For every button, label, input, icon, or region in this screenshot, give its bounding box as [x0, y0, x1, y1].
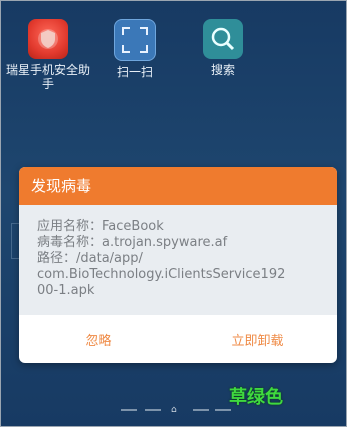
- app-scan[interactable]: 扫一扫: [93, 13, 177, 79]
- app-label: 搜索: [210, 63, 235, 77]
- dialog-actions: 忽略 立即卸载: [19, 315, 337, 363]
- app-search[interactable]: 搜索: [181, 13, 265, 77]
- home-screen: 瑞星手机安全助手 扫一扫 搜索 发现病毒 应用名称：FaceBook 病毒名称：…: [0, 0, 347, 427]
- path-value-continued: 00-1.apk: [37, 283, 95, 298]
- page-dot: [145, 409, 161, 411]
- page-indicator: ⌂: [121, 405, 231, 415]
- app-rising-security[interactable]: 瑞星手机安全助手: [6, 13, 90, 91]
- path-value: com.BioTechnology.iClientsService192: [37, 267, 286, 282]
- dialog-title: 发现病毒: [19, 167, 337, 205]
- app-row: 瑞星手机安全助手 扫一扫 搜索: [1, 13, 347, 103]
- virus-name-line: 病毒名称：a.trojan.spyware.af: [37, 235, 228, 250]
- dialog-body: 应用名称：FaceBook 病毒名称：a.trojan.spyware.af 路…: [19, 205, 337, 315]
- search-icon: [203, 19, 243, 59]
- shield-icon: [28, 19, 68, 59]
- app-name-line: 应用名称：FaceBook: [37, 219, 164, 234]
- uninstall-now-button[interactable]: 立即卸载: [178, 330, 337, 349]
- scan-icon: [114, 19, 156, 61]
- watermark-text: 草绿色: [229, 387, 283, 408]
- page-dot: [215, 409, 231, 411]
- app-label: 瑞星手机安全助手: [6, 63, 91, 91]
- page-dot: [121, 409, 137, 411]
- page-dot: [193, 409, 209, 411]
- virus-alert-dialog: 发现病毒 应用名称：FaceBook 病毒名称：a.trojan.spyware…: [19, 167, 337, 363]
- app-label: 扫一扫: [116, 65, 153, 79]
- ignore-button[interactable]: 忽略: [19, 330, 178, 349]
- home-icon: ⌂: [171, 405, 177, 415]
- path-line: 路径：/data/app/: [37, 251, 143, 266]
